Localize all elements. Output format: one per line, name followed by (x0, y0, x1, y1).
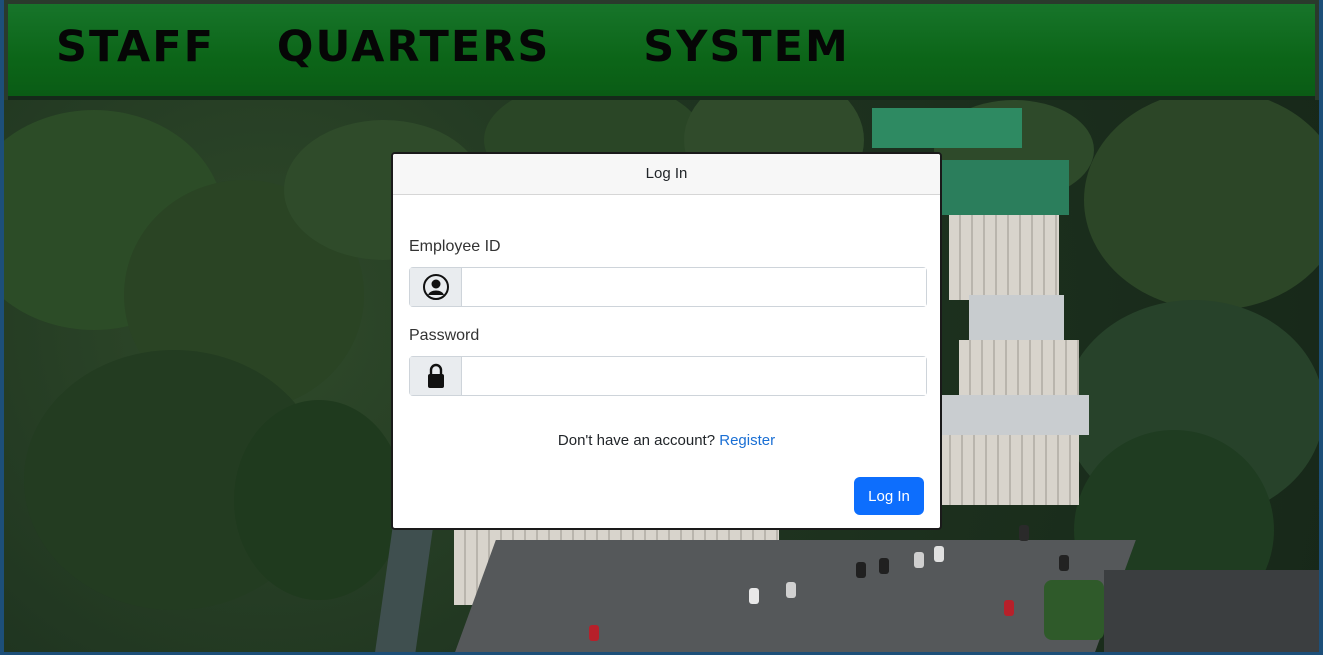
site-title: STAFF QUARTERS SYSTEM (56, 22, 850, 72)
login-card: Log In Employee ID Password Don't have a… (391, 152, 942, 530)
password-input-group (409, 356, 927, 396)
password-label: Password (409, 327, 480, 344)
login-button[interactable]: Log In (854, 477, 924, 515)
login-card-title: Log In (393, 154, 940, 195)
register-link[interactable]: Register (719, 432, 775, 449)
register-prompt-line: Don't have an account? Register (393, 432, 940, 449)
employee-id-label: Employee ID (409, 238, 501, 255)
page-frame: STAFF QUARTERS SYSTEM Log In Employee ID… (4, 0, 1319, 652)
employee-id-field[interactable] (462, 268, 926, 306)
user-circle-icon (410, 268, 462, 306)
password-field[interactable] (462, 357, 926, 395)
register-prompt-text: Don't have an account? (557, 432, 716, 449)
site-header: STAFF QUARTERS SYSTEM (8, 4, 1315, 100)
employee-id-input-group (409, 267, 927, 307)
lock-icon (410, 357, 462, 395)
